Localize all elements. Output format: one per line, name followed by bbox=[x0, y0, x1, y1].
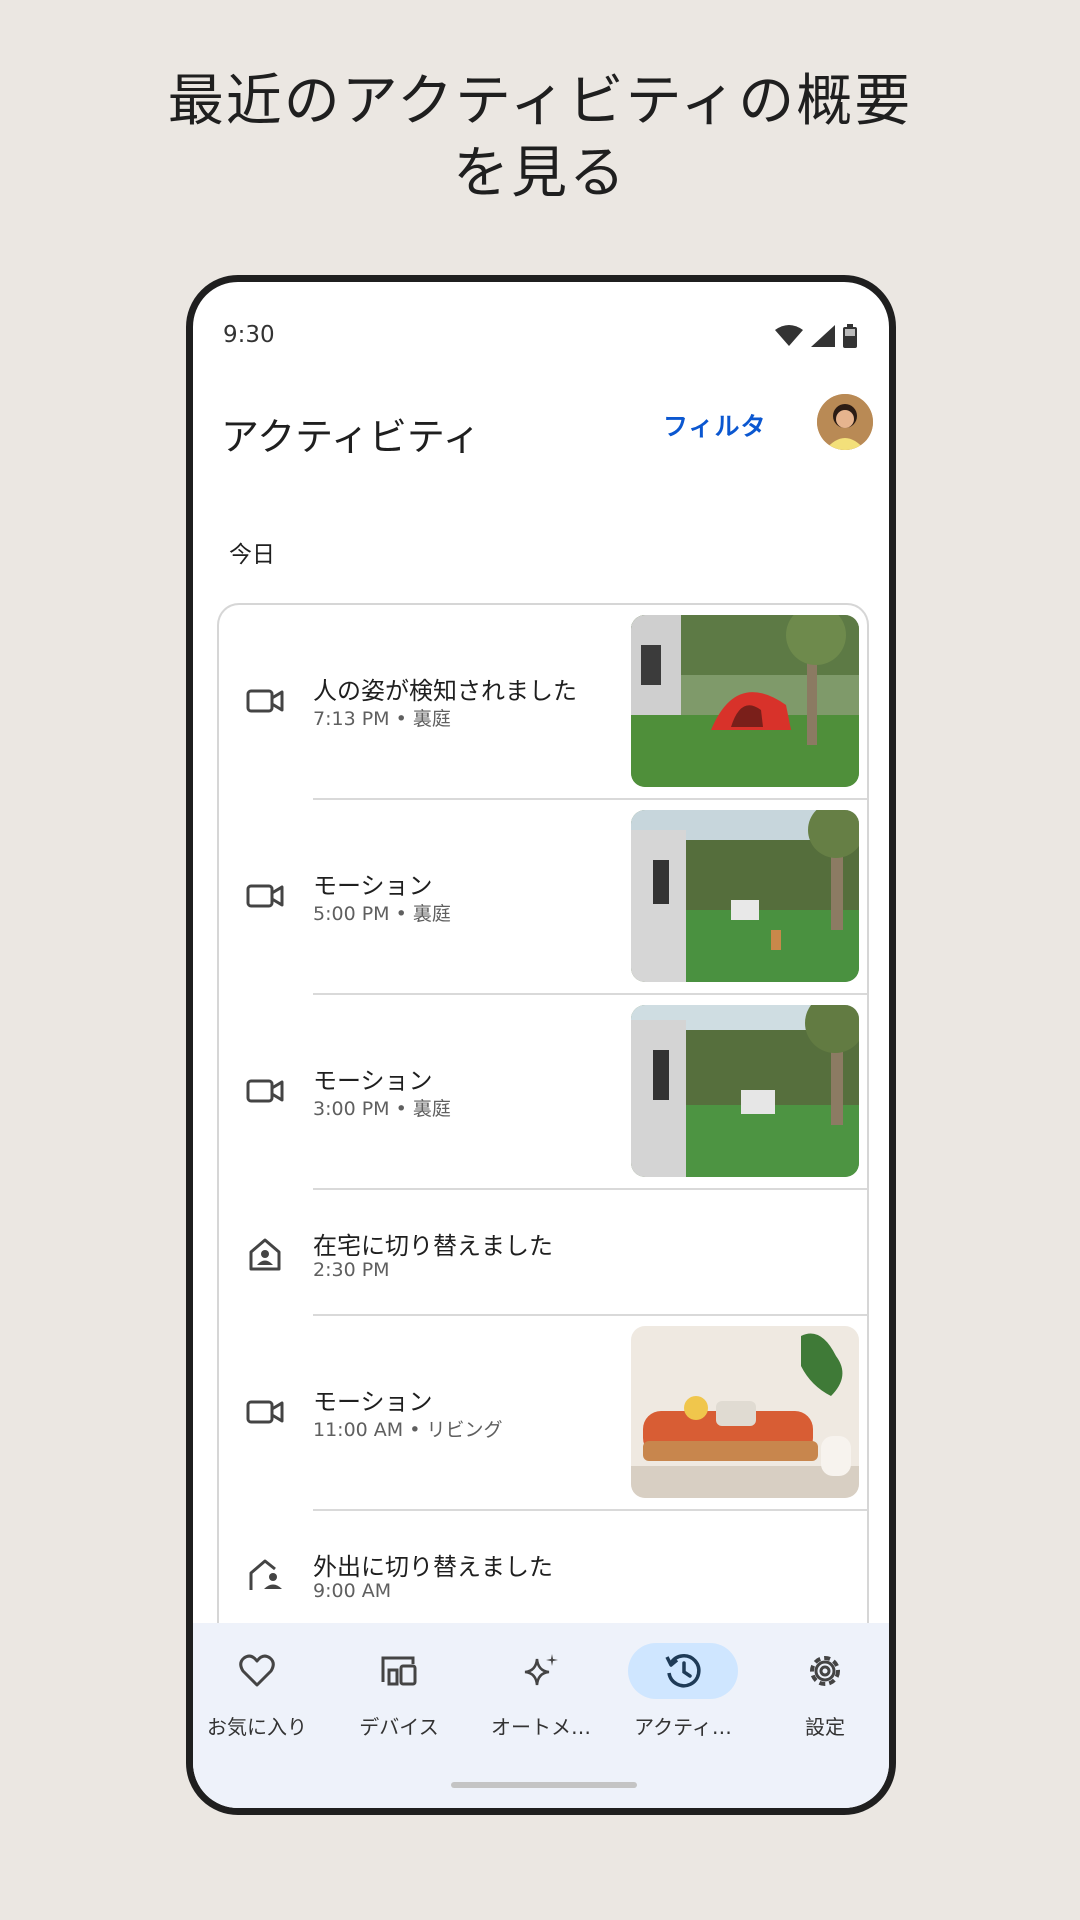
event-thumbnail[interactable] bbox=[631, 1326, 859, 1498]
battery-icon bbox=[843, 324, 857, 348]
signal-icon bbox=[811, 325, 835, 347]
nav-devices[interactable]: デバイス bbox=[329, 1623, 469, 1753]
event-meta: 11:00 AM • リビング bbox=[313, 1419, 503, 1441]
devices-icon bbox=[381, 1656, 417, 1686]
gear-icon bbox=[810, 1656, 840, 1686]
bottom-navigation: お気に入り デバイス オートメ… アクティ… 設定 bbox=[193, 1623, 889, 1808]
activity-list: 人の姿が検知されました 7:13 PM • 裏庭 モーション 5:00 PM •… bbox=[217, 603, 869, 1703]
nav-label: オートメ… bbox=[491, 1715, 591, 1739]
event-title: モーション bbox=[313, 1067, 433, 1095]
nav-label: 設定 bbox=[805, 1715, 845, 1739]
event-meta: 3:00 PM • 裏庭 bbox=[313, 1098, 451, 1120]
event-meta: 5:00 PM • 裏庭 bbox=[313, 903, 451, 925]
headline-line-1: 最近のアクティビティの概要 bbox=[167, 69, 913, 134]
list-item[interactable]: 外出に切り替えました 9:00 AM bbox=[219, 1511, 867, 1635]
list-item[interactable]: モーション 11:00 AM • リビング bbox=[219, 1316, 867, 1509]
home-person-icon bbox=[249, 1238, 281, 1271]
nav-favorites-indicator bbox=[202, 1643, 312, 1699]
camera-icon bbox=[246, 1079, 284, 1103]
event-thumbnail[interactable] bbox=[631, 615, 859, 787]
camera-icon bbox=[246, 884, 284, 908]
event-meta: 2:30 PM bbox=[313, 1259, 390, 1281]
nav-activity[interactable]: アクティ… bbox=[613, 1623, 753, 1753]
headline-line-2: を見る bbox=[453, 141, 627, 206]
camera-icon bbox=[246, 689, 284, 713]
filter-button[interactable]: フィルタ bbox=[663, 407, 767, 443]
event-title: モーション bbox=[313, 872, 433, 900]
section-label-today: 今日 bbox=[229, 542, 275, 568]
nav-label: アクティ… bbox=[634, 1715, 732, 1739]
history-icon bbox=[665, 1654, 701, 1688]
nav-devices-indicator bbox=[344, 1643, 454, 1699]
nav-favorites[interactable]: お気に入り bbox=[193, 1623, 327, 1753]
sparkle-icon bbox=[524, 1654, 558, 1686]
event-title: モーション bbox=[313, 1388, 433, 1416]
event-title: 在宅に切り替えました bbox=[313, 1232, 553, 1260]
phone-frame: 9:30 アクティビティ フィルタ 今日 人の姿が検知されました 7:13 PM… bbox=[186, 275, 896, 1815]
event-meta: 9:00 AM bbox=[313, 1580, 392, 1602]
event-meta: 7:13 PM • 裏庭 bbox=[313, 708, 451, 730]
avatar[interactable] bbox=[817, 394, 873, 450]
list-item[interactable]: 在宅に切り替えました 2:30 PM bbox=[219, 1190, 867, 1314]
event-title: 外出に切り替えました bbox=[313, 1553, 553, 1581]
nav-activity-indicator bbox=[628, 1643, 738, 1699]
nav-label: お気に入り bbox=[207, 1715, 307, 1739]
list-item[interactable]: モーション 3:00 PM • 裏庭 bbox=[219, 995, 867, 1188]
event-thumbnail[interactable] bbox=[631, 810, 859, 982]
camera-icon bbox=[246, 1400, 284, 1424]
status-icons bbox=[775, 324, 857, 348]
nav-automations-indicator bbox=[486, 1643, 596, 1699]
away-person-icon bbox=[249, 1559, 282, 1590]
nav-label: デバイス bbox=[359, 1715, 439, 1739]
list-item[interactable]: モーション 5:00 PM • 裏庭 bbox=[219, 800, 867, 993]
event-thumbnail[interactable] bbox=[631, 1005, 859, 1177]
status-time: 9:30 bbox=[223, 322, 275, 348]
wifi-icon bbox=[775, 325, 803, 346]
page-title: アクティビティ bbox=[221, 415, 481, 459]
list-item[interactable]: 人の姿が検知されました 7:13 PM • 裏庭 bbox=[219, 605, 867, 798]
headline: 最近のアクティビティの概要 を見る bbox=[0, 66, 1080, 210]
nav-settings-indicator bbox=[770, 1643, 880, 1699]
nav-automations[interactable]: オートメ… bbox=[471, 1623, 611, 1753]
heart-icon bbox=[239, 1654, 275, 1687]
event-title: 人の姿が検知されました bbox=[313, 677, 577, 705]
nav-settings[interactable]: 設定 bbox=[755, 1623, 889, 1753]
home-indicator[interactable] bbox=[451, 1782, 637, 1788]
